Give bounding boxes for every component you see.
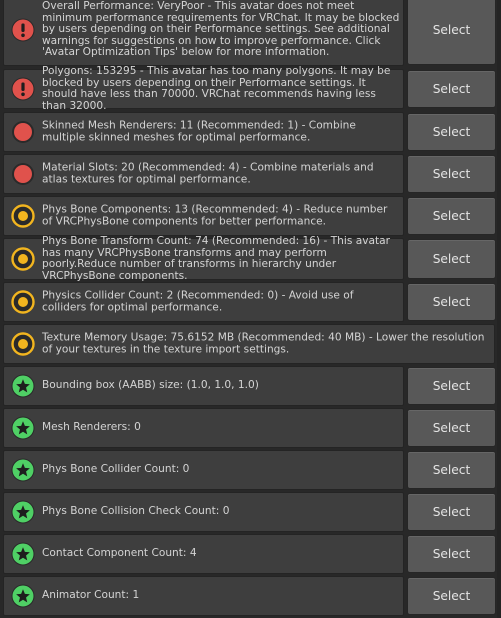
warning-circle-icon — [10, 289, 36, 315]
message-box: Physics Collider Count: 2 (Recommended: … — [3, 282, 404, 322]
message-text: Contact Component Count: 4 — [42, 547, 197, 560]
select-button[interactable]: Select — [407, 451, 496, 489]
message-row: Phys Bone Collision Check Count: 0 Select — [0, 492, 501, 532]
select-button[interactable]: Select — [407, 239, 496, 279]
message-box: Contact Component Count: 4 — [3, 534, 404, 574]
message-row: Contact Component Count: 4 Select — [0, 534, 501, 574]
select-button[interactable]: Select — [407, 197, 496, 235]
message-text: Mesh Renderers: 0 — [42, 421, 141, 434]
message-text: Texture Memory Usage: 75.6152 MB (Recomm… — [42, 331, 485, 355]
select-button[interactable]: Select — [407, 70, 496, 108]
scroll-edge — [497, 0, 501, 618]
success-star-icon — [10, 583, 36, 609]
message-text: Skinned Mesh Renderers: 11 (Recommended:… — [42, 119, 356, 143]
message-row: Mesh Renderers: 0 Select — [0, 408, 501, 448]
select-button[interactable]: Select — [407, 577, 496, 615]
message-text: Physics Collider Count: 2 (Recommended: … — [42, 289, 354, 313]
warning-circle-icon — [10, 203, 36, 229]
warning-circle-icon — [10, 331, 36, 357]
performance-message-list: Overall Performance: VeryPoor - This ava… — [0, 0, 501, 618]
message-row: Phys Bone Components: 13 (Recommended: 4… — [0, 196, 501, 236]
error-exclamation-icon — [10, 76, 36, 102]
message-text: Phys Bone Collision Check Count: 0 — [42, 505, 230, 518]
message-box: Skinned Mesh Renderers: 11 (Recommended:… — [3, 112, 404, 152]
message-box: Phys Bone Collision Check Count: 0 — [3, 492, 404, 532]
message-text: Overall Performance: VeryPoor - This ava… — [42, 0, 400, 59]
warning-circle-icon — [10, 246, 36, 272]
message-box: Animator Count: 1 — [3, 576, 404, 616]
message-row: Skinned Mesh Renderers: 11 (Recommended:… — [0, 112, 501, 152]
success-star-icon — [10, 541, 36, 567]
message-text: Phys Bone Components: 13 (Recommended: 4… — [42, 203, 388, 227]
message-box: Phys Bone Components: 13 (Recommended: 4… — [3, 196, 404, 236]
message-text: Polygons: 153295 - This avatar has too m… — [42, 64, 391, 112]
message-text: Bounding box (AABB) size: (1.0, 1.0, 1.0… — [42, 379, 259, 392]
select-button[interactable]: Select — [407, 367, 496, 405]
message-text: Animator Count: 1 — [42, 589, 140, 602]
success-star-icon — [10, 415, 36, 441]
message-text: Material Slots: 20 (Recommended: 4) - Co… — [42, 161, 374, 185]
message-box: Mesh Renderers: 0 — [3, 408, 404, 448]
error-circle-icon — [10, 161, 36, 187]
message-box: Overall Performance: VeryPoor - This ava… — [3, 0, 404, 66]
message-box: Phys Bone Transform Count: 74 (Recommend… — [3, 234, 404, 282]
select-button[interactable]: Select — [407, 409, 496, 447]
message-row: Material Slots: 20 (Recommended: 4) - Co… — [0, 154, 501, 194]
message-text: Phys Bone Transform Count: 74 (Recommend… — [42, 234, 390, 282]
message-row: Bounding box (AABB) size: (1.0, 1.0, 1.0… — [0, 366, 501, 406]
message-row: Animator Count: 1 Select — [0, 576, 501, 616]
message-row: Texture Memory Usage: 75.6152 MB (Recomm… — [0, 324, 501, 364]
message-box: Texture Memory Usage: 75.6152 MB (Recomm… — [3, 324, 495, 364]
select-button[interactable]: Select — [407, 155, 496, 193]
select-button[interactable]: Select — [407, 113, 496, 151]
message-row: Physics Collider Count: 2 (Recommended: … — [0, 282, 501, 322]
message-box: Bounding box (AABB) size: (1.0, 1.0, 1.0… — [3, 366, 404, 406]
success-star-icon — [10, 373, 36, 399]
message-box: Polygons: 153295 - This avatar has too m… — [3, 64, 404, 112]
select-button[interactable]: Select — [407, 535, 496, 573]
error-circle-icon — [10, 119, 36, 145]
select-button[interactable]: Select — [407, 283, 496, 321]
error-exclamation-icon — [10, 17, 36, 43]
success-star-icon — [10, 499, 36, 525]
message-row: Overall Performance: VeryPoor - This ava… — [0, 0, 501, 66]
success-star-icon — [10, 457, 36, 483]
message-row: Phys Bone Transform Count: 74 (Recommend… — [0, 234, 501, 282]
select-button[interactable]: Select — [407, 0, 496, 65]
message-box: Phys Bone Collider Count: 0 — [3, 450, 404, 490]
message-text: Phys Bone Collider Count: 0 — [42, 463, 190, 476]
message-box: Material Slots: 20 (Recommended: 4) - Co… — [3, 154, 404, 194]
select-button[interactable]: Select — [407, 493, 496, 531]
message-row: Phys Bone Collider Count: 0 Select — [0, 450, 501, 490]
message-row: Polygons: 153295 - This avatar has too m… — [0, 64, 501, 112]
